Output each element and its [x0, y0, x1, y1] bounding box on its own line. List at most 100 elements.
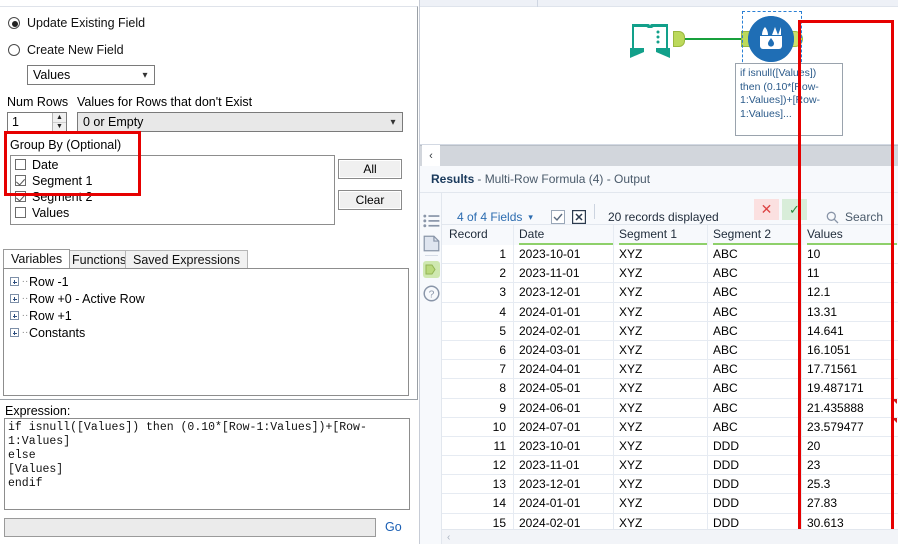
expand-plus-icon-3[interactable] [10, 311, 19, 320]
results-data-grid[interactable]: Record Date Segment 1 Segment 2 Values 1… [442, 225, 898, 529]
cell-segment-2[interactable]: ABC [708, 360, 802, 379]
help-icon[interactable]: ? [423, 285, 440, 302]
messages-filter-button[interactable]: ✓ [782, 199, 807, 220]
tree-item-row-minus-1[interactable]: ·· Row -1 [10, 273, 408, 290]
group-by-item-segment-2[interactable]: Segment 2 [15, 189, 334, 204]
cell-record[interactable]: 7 [442, 360, 514, 379]
cell-date[interactable]: 2023-11-01 [514, 264, 614, 283]
cell-record[interactable]: 11 [442, 436, 514, 456]
cell-date[interactable]: 2023-10-01 [514, 436, 614, 456]
cell-record[interactable]: 10 [442, 417, 514, 436]
num-rows-stepper[interactable]: 1 ▲ ▼ [7, 112, 67, 132]
cell-date[interactable]: 2023-12-01 [514, 283, 614, 302]
field-select-dropdown[interactable]: Values ▾ [27, 65, 155, 85]
chevron-down-icon-fields[interactable]: ▾ [528, 212, 533, 223]
cell-segment-2[interactable]: ABC [708, 321, 802, 340]
cell-values[interactable]: 12.1 [802, 283, 898, 301]
cell-values[interactable]: 20 [802, 437, 898, 455]
deselect-all-fields-icon[interactable] [572, 210, 586, 224]
cell-values[interactable]: 13.31 [802, 303, 898, 321]
cell-segment-1[interactable]: XYZ [614, 417, 708, 436]
checkbox-icon-values[interactable] [15, 207, 26, 218]
expression-editor[interactable]: if isnull([Values]) then (0.10*[Row-1:Va… [4, 418, 410, 510]
table-row[interactable]: 7 2024-04-01 XYZ ABC 17.71561 [442, 360, 898, 380]
cell-record[interactable]: 12 [442, 456, 514, 475]
cell-values[interactable]: 23 [802, 456, 898, 474]
table-row[interactable]: 14 2024-01-01 XYZ DDD 27.83 [442, 494, 898, 514]
cell-record[interactable]: 3 [442, 283, 514, 302]
select-all-fields-icon[interactable] [551, 210, 565, 224]
checkbox-icon-segment-1[interactable] [15, 175, 26, 186]
cell-segment-1[interactable]: XYZ [614, 513, 708, 529]
cell-date[interactable]: 2024-07-01 [514, 417, 614, 436]
cell-segment-1[interactable]: XYZ [614, 494, 708, 513]
column-header-values[interactable]: Values [802, 225, 898, 245]
cell-values[interactable]: 30.613 [802, 514, 898, 529]
cell-date[interactable]: 2024-05-01 [514, 379, 614, 398]
output-anchor-icon[interactable] [423, 261, 440, 278]
cell-segment-1[interactable]: XYZ [614, 245, 708, 264]
column-header-segment-2[interactable]: Segment 2 [708, 225, 802, 245]
cell-values[interactable]: 25.3 [802, 475, 898, 493]
column-header-date[interactable]: Date [514, 225, 614, 245]
select-all-button[interactable]: All [338, 159, 402, 179]
stepper-down-icon[interactable]: ▼ [53, 122, 66, 131]
cell-values[interactable]: 21.435888 [802, 398, 898, 417]
cell-values[interactable]: 16.1051 [802, 341, 898, 359]
radio-create-new-field[interactable]: Create New Field [8, 40, 417, 60]
expression-search-input[interactable] [4, 518, 376, 537]
cell-segment-2[interactable]: ABC [708, 340, 802, 360]
cell-record[interactable]: 2 [442, 264, 514, 283]
tab-functions[interactable]: Functions [64, 250, 135, 268]
cell-segment-1[interactable]: XYZ [614, 456, 708, 475]
checkbox-icon-date[interactable] [15, 159, 26, 170]
cell-segment-2[interactable]: DDD [708, 494, 802, 513]
results-collapse-bar[interactable] [420, 145, 898, 166]
group-by-item-segment-1[interactable]: Segment 1 [15, 173, 334, 188]
list-icon[interactable] [423, 213, 440, 230]
no-values-dropdown[interactable]: 0 or Empty ▾ [77, 112, 403, 132]
chevron-down-icon[interactable]: ▾ [138, 70, 152, 81]
cell-values[interactable]: 14.641 [802, 322, 898, 340]
clear-selection-button[interactable]: Clear [338, 190, 402, 210]
radio-button-icon-create[interactable] [8, 44, 20, 56]
table-row[interactable]: 3 2023-12-01 XYZ ABC 12.1 [442, 283, 898, 303]
stepper-up-icon[interactable]: ▲ [53, 113, 66, 123]
grid-horizontal-scrollbar[interactable]: ‹ [442, 529, 898, 544]
cell-segment-1[interactable]: XYZ [614, 340, 708, 360]
cell-record[interactable]: 15 [442, 513, 514, 529]
checkbox-icon-segment-2[interactable] [15, 191, 26, 202]
cell-values[interactable]: 19.487171 [802, 379, 898, 397]
cell-segment-1[interactable]: XYZ [614, 283, 708, 302]
cell-record[interactable]: 8 [442, 379, 514, 398]
cell-date[interactable]: 2023-12-01 [514, 475, 614, 494]
radio-update-existing-field[interactable]: Update Existing Field [8, 13, 417, 33]
errors-filter-button[interactable]: ✕ [754, 199, 779, 220]
page-icon[interactable] [423, 235, 440, 252]
expand-plus-icon-2[interactable] [10, 294, 19, 303]
table-row[interactable]: 8 2024-05-01 XYZ ABC 19.487171 [442, 379, 898, 399]
num-rows-value[interactable]: 1 [8, 115, 52, 129]
group-by-item-values[interactable]: Values [15, 205, 334, 220]
variables-tree[interactable]: ·· Row -1 ·· Row +0 - Active Row ·· Row … [3, 268, 409, 396]
cell-segment-2[interactable]: ABC [708, 398, 802, 417]
cell-date[interactable]: 2024-04-01 [514, 360, 614, 379]
fields-dropdown[interactable]: 4 of 4 Fields ▾ [457, 210, 533, 224]
tab-saved-expressions[interactable]: Saved Expressions [125, 250, 249, 268]
go-button[interactable]: Go [385, 520, 402, 534]
group-by-checkbox-list[interactable]: Date Segment 1 Segment 2 Values [10, 155, 335, 225]
expand-plus-icon[interactable] [10, 277, 19, 286]
cell-date[interactable]: 2024-01-01 [514, 302, 614, 321]
table-row[interactable]: 13 2023-12-01 XYZ DDD 25.3 [442, 475, 898, 495]
cell-date[interactable]: 2023-10-01 [514, 245, 614, 264]
cell-date[interactable]: 2023-11-01 [514, 456, 614, 475]
cell-segment-1[interactable]: XYZ [614, 321, 708, 340]
cell-segment-1[interactable]: XYZ [614, 398, 708, 417]
tree-item-row-plus-1[interactable]: ·· Row +1 [10, 307, 408, 324]
scroll-left-icon[interactable]: ‹ [447, 532, 450, 543]
output-anchor-input-node[interactable] [673, 31, 685, 47]
expression-tabs[interactable]: Variables Functions Saved Expressions [3, 249, 415, 268]
multi-row-formula-icon[interactable] [748, 16, 794, 62]
cell-values[interactable]: 17.71561 [802, 360, 898, 378]
cell-record[interactable]: 13 [442, 475, 514, 494]
